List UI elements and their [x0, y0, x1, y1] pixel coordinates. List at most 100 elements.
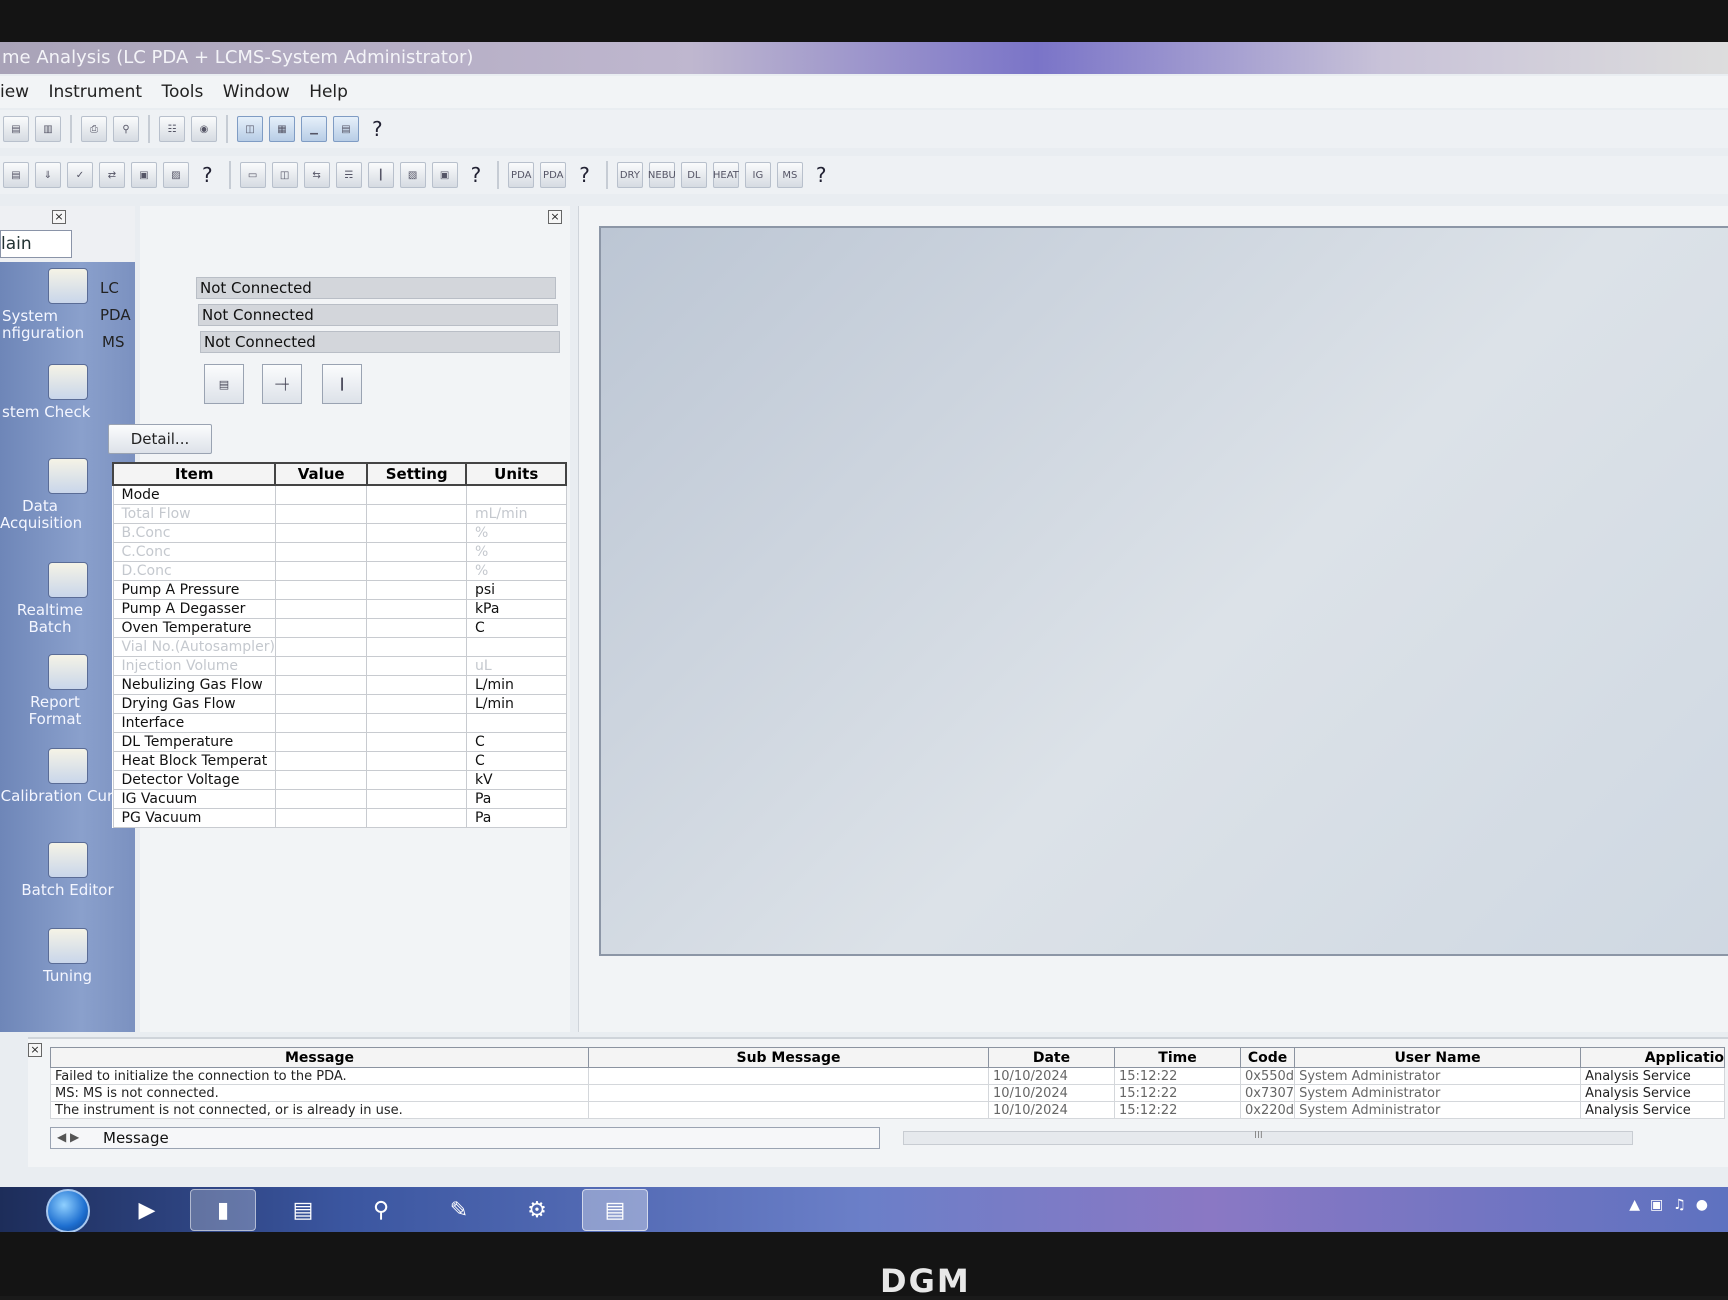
pda-cell-icon[interactable]: PDA — [540, 162, 567, 188]
print-preview-icon[interactable]: ⚲ — [113, 116, 139, 142]
menu-view[interactable]: iew — [0, 82, 29, 102]
table-row[interactable]: Interface — [112, 712, 567, 733]
table-row[interactable]: Heat Block Temperat C — [112, 750, 567, 771]
tab-scroll-arrows[interactable]: ◀ ▶ — [57, 1130, 79, 1144]
properties-icon[interactable]: ☷ — [159, 116, 185, 142]
monitor-icon[interactable]: ▨ — [163, 162, 189, 188]
nav-item-batch-editor[interactable]: Batch Editor — [0, 842, 135, 899]
mixer-icon[interactable]: ⇆ — [303, 162, 330, 188]
table-row[interactable]: Mode — [112, 484, 567, 505]
report-icon[interactable]: ✎ — [426, 1189, 492, 1231]
help-icon[interactable]: ? — [372, 117, 383, 141]
chromatogram-view[interactable] — [599, 226, 1728, 956]
tool-icon[interactable]: ⚙ — [504, 1189, 570, 1231]
nav-item-system-check[interactable]: stem Check — [0, 364, 135, 421]
pda-device-icon[interactable]: ─┼ — [262, 364, 302, 404]
menu-window[interactable]: Window — [223, 82, 290, 102]
table-row[interactable]: Nebulizing Gas Flow L/min — [112, 674, 567, 695]
close-icon[interactable]: × — [28, 1043, 42, 1057]
table-row[interactable]: Vial No.(Autosampler) — [112, 636, 567, 657]
column-icon[interactable]: ┃ — [367, 162, 394, 188]
tab-message[interactable]: Message — [103, 1129, 169, 1147]
network-icon[interactable]: ▣ — [1650, 1197, 1673, 1213]
table-row[interactable]: Pump A Degasser kPa — [112, 598, 567, 619]
table-view-icon[interactable]: ▦ — [269, 116, 295, 142]
ms-device-icon[interactable]: ┃ — [322, 364, 362, 404]
table-row[interactable]: D.Conc% — [112, 560, 567, 581]
instrument-icon[interactable]: ▣ — [131, 162, 157, 188]
cell-value — [274, 750, 368, 771]
menu-instrument[interactable]: Instrument — [49, 82, 143, 102]
nav-item-tuning[interactable]: Tuning — [0, 928, 135, 988]
cell-time: 15:12:22 — [1114, 1101, 1241, 1119]
status-value: Not Connected — [200, 331, 560, 353]
method-icon[interactable]: ▤ — [3, 162, 29, 188]
heat-block-icon[interactable]: HEAT — [712, 162, 739, 188]
lc-device-icon[interactable]: ▤ — [204, 364, 244, 404]
message-row[interactable]: MS: MS is not connected. 10/10/2024 15:12:… — [50, 1084, 1726, 1102]
cell-units: L/min — [465, 693, 567, 714]
pda-lamp-icon[interactable]: PDA — [508, 162, 535, 188]
drying-gas-icon[interactable]: DRY — [616, 162, 643, 188]
cell-message: Failed to initialize the connection to t… — [50, 1067, 589, 1085]
save-all-icon[interactable]: ▥ — [35, 116, 61, 142]
message-row[interactable]: Failed to initialize the connection to t… — [50, 1067, 1726, 1085]
dl-icon[interactable]: DL — [680, 162, 707, 188]
table-row[interactable]: C.Conc% — [112, 541, 567, 562]
autosampler-icon[interactable]: ◫ — [271, 162, 298, 188]
table-row[interactable]: Pump A Pressure psi — [112, 579, 567, 600]
check-icon[interactable]: ✓ — [67, 162, 93, 188]
help-icon[interactable]: ? — [202, 163, 213, 187]
horizontal-scrollbar[interactable]: III — [903, 1130, 1633, 1145]
table-row[interactable]: PG Vacuum Pa — [112, 807, 567, 828]
download-icon[interactable]: ⇓ — [35, 162, 61, 188]
active-window-icon[interactable]: ▤ — [582, 1189, 648, 1231]
menu-help[interactable]: Help — [309, 82, 348, 102]
print-icon[interactable]: ⎙ — [81, 116, 107, 142]
pump-icon[interactable]: ▭ — [239, 162, 266, 188]
close-icon[interactable]: × — [548, 210, 562, 224]
menu-tools[interactable]: Tools — [161, 82, 203, 102]
ion-gauge-icon[interactable]: IG — [744, 162, 771, 188]
table-row[interactable]: Drying Gas Flow L/min — [112, 693, 567, 714]
close-icon[interactable]: × — [52, 210, 66, 224]
cell-setting — [366, 655, 467, 676]
media-player-icon[interactable]: ▶ — [114, 1189, 180, 1231]
oven-icon[interactable]: ☴ — [335, 162, 362, 188]
nebulizer-icon[interactable]: NEBU — [648, 162, 676, 188]
help-icon[interactable]: ? — [471, 163, 482, 187]
table-row[interactable]: Detector Voltage kV — [112, 769, 567, 790]
binoculars-icon[interactable]: ◉ — [191, 116, 217, 142]
chart-view-icon[interactable]: ▁ — [301, 116, 327, 142]
status-icon[interactable]: ● — [1696, 1197, 1718, 1213]
table-row[interactable]: B.Conc% — [112, 522, 567, 543]
list-view-icon[interactable]: ▤ — [333, 116, 359, 142]
connect-icon[interactable]: ⇄ — [99, 162, 125, 188]
nav-item-label: Batch Editor — [21, 881, 114, 899]
detector-icon[interactable]: ▧ — [399, 162, 426, 188]
table-row[interactable]: IG Vacuum Pa — [112, 788, 567, 809]
file-explorer-icon[interactable]: ▤ — [270, 1189, 336, 1231]
table-row[interactable]: Oven Temperature C — [112, 617, 567, 638]
search-icon[interactable]: ⚲ — [348, 1189, 414, 1231]
volume-icon[interactable]: ♫ — [1673, 1197, 1696, 1213]
labsolutions-taskbar-icon[interactable]: ▮ — [190, 1189, 256, 1231]
controller-icon[interactable]: ▣ — [431, 162, 458, 188]
status-value: Not Connected — [196, 277, 556, 299]
start-button[interactable] — [46, 1189, 90, 1232]
help-icon[interactable]: ? — [816, 163, 827, 187]
table-row[interactable]: Injection Volume uL — [112, 655, 567, 676]
message-row[interactable]: The instrument is not connected, or is a… — [50, 1101, 1726, 1119]
help-icon[interactable]: ? — [579, 163, 590, 187]
table-row[interactable]: DL Temperature C — [112, 731, 567, 752]
table-row[interactable]: Total Flow mL/min — [112, 503, 567, 524]
save-icon[interactable]: ▤ — [3, 116, 29, 142]
detail-button[interactable]: Detail... — [108, 424, 212, 454]
show-hidden-icons-icon[interactable]: ▲ — [1629, 1197, 1650, 1213]
cell-item: Heat Block Temperat — [112, 750, 276, 771]
cell-units — [465, 636, 567, 657]
ms-icon[interactable]: MS — [776, 162, 803, 188]
cell-setting — [366, 807, 467, 828]
tab-main[interactable]: lain — [0, 230, 72, 258]
layout-icon[interactable]: ◫ — [237, 116, 263, 142]
